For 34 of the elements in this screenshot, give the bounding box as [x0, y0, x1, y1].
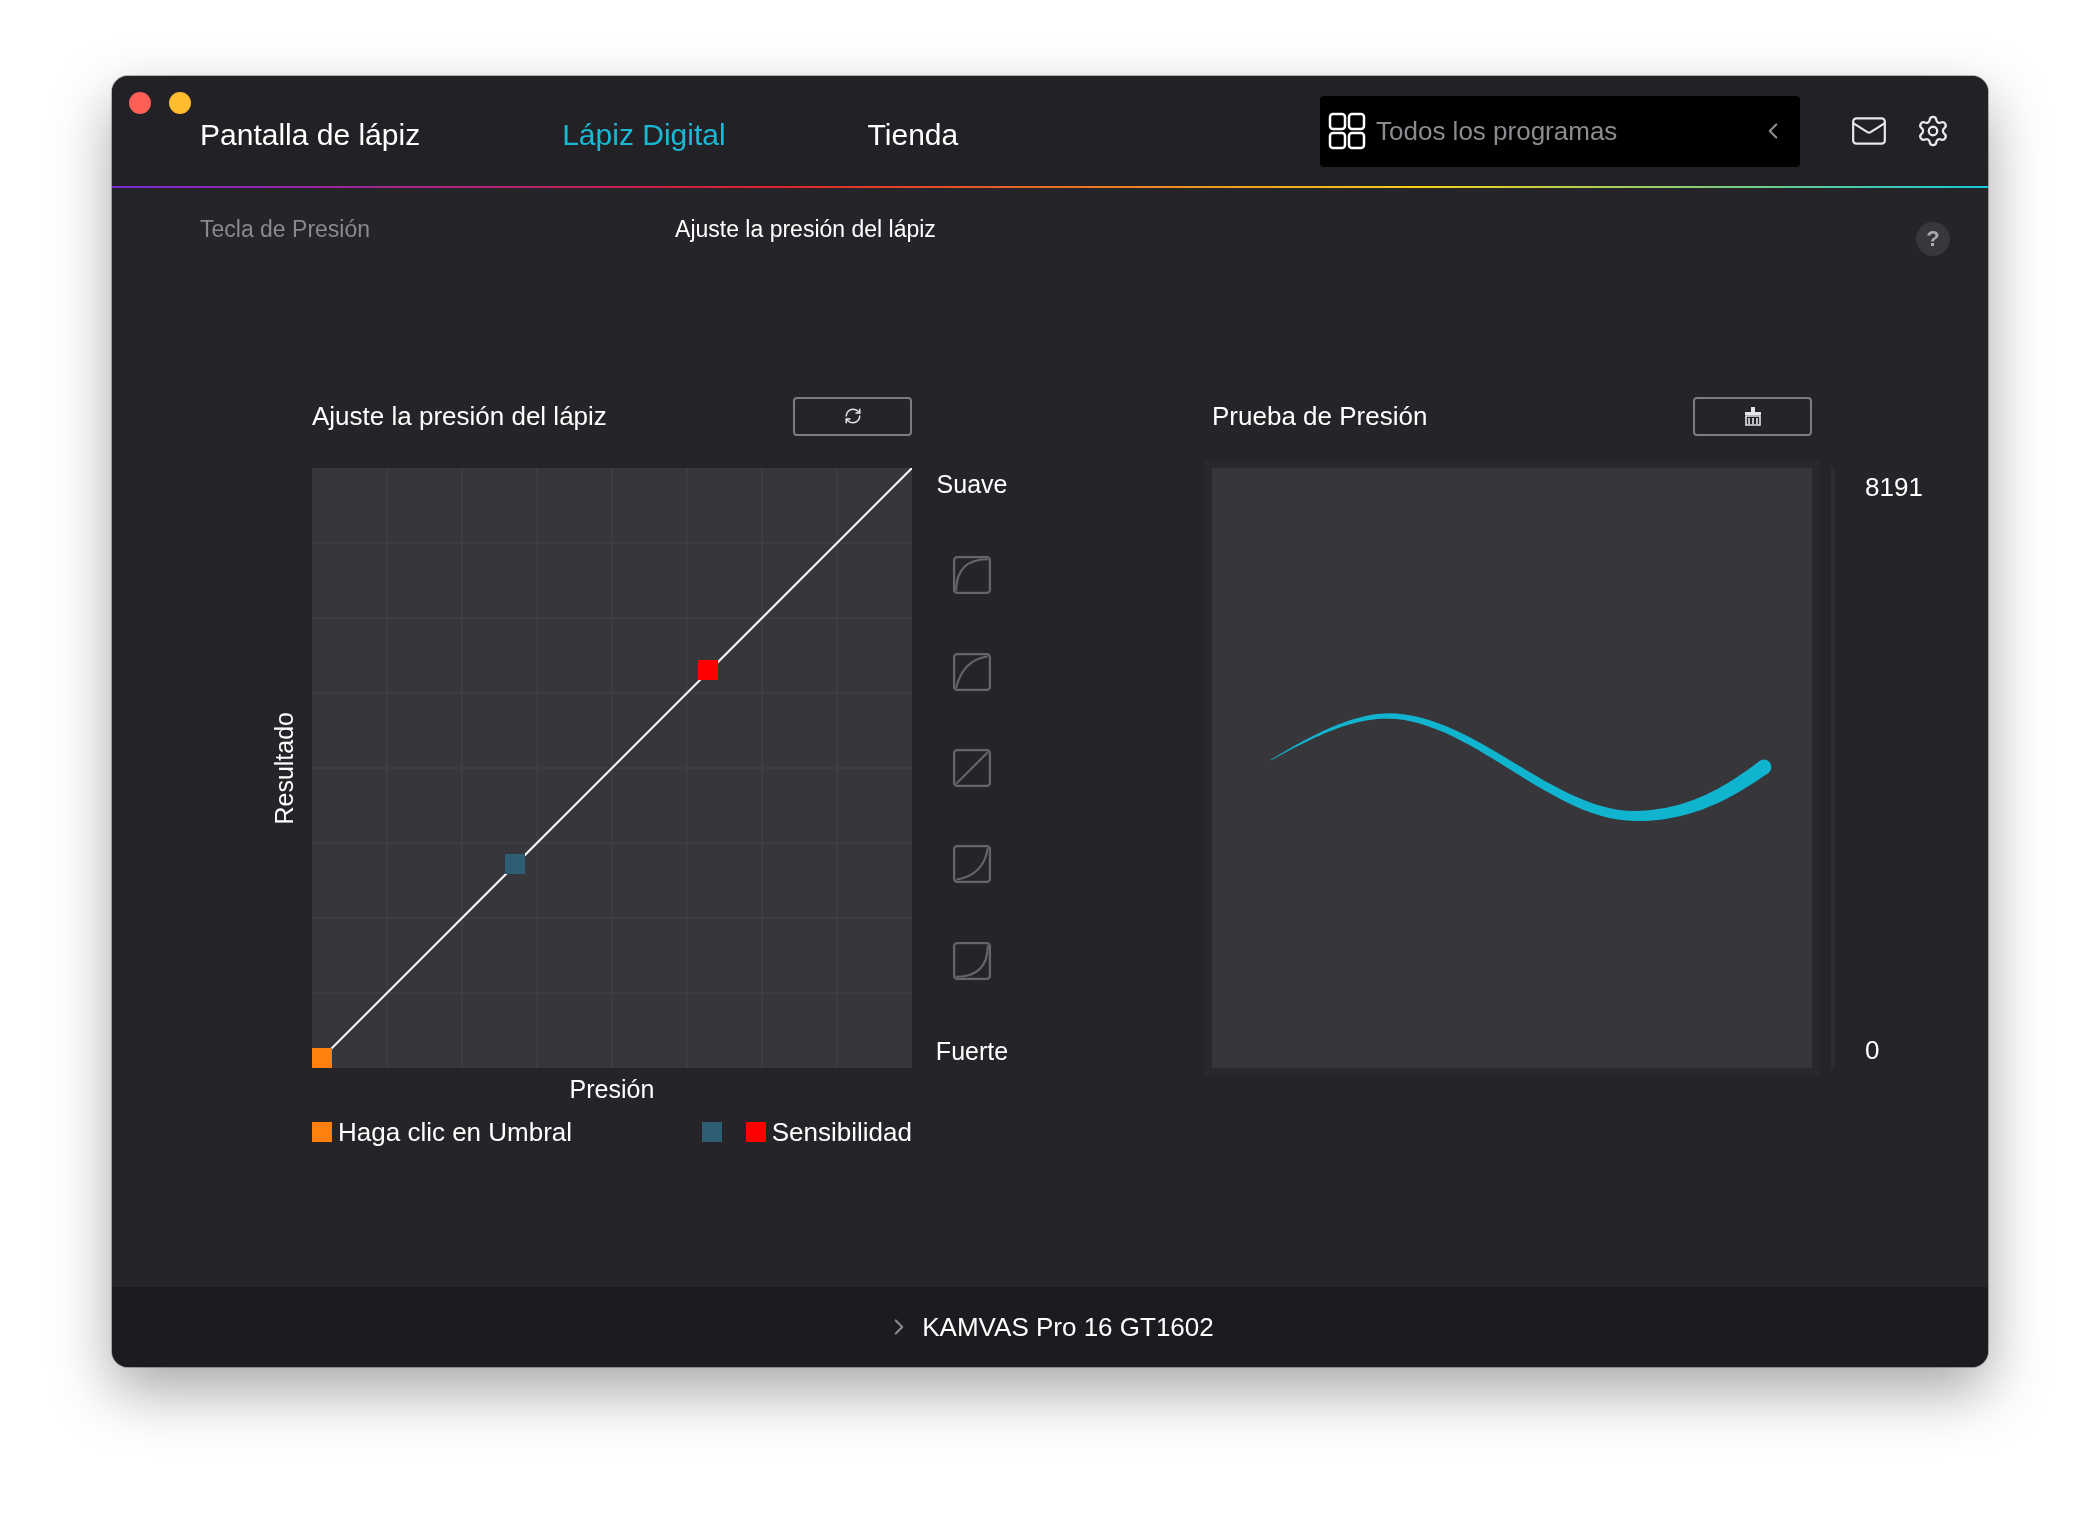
- panel-title: Ajuste la presión del lápiz: [312, 400, 607, 432]
- curve-preset-button[interactable]: [952, 844, 992, 885]
- broom-icon: [1742, 406, 1763, 426]
- help-button[interactable]: ?: [1916, 222, 1950, 256]
- refresh-icon: [843, 407, 862, 425]
- sub-tab[interactable]: Ajuste la presión del lápiz: [675, 216, 936, 243]
- nav-tab[interactable]: Tienda: [867, 118, 959, 152]
- curve-preset-button[interactable]: [952, 748, 992, 788]
- scale-label: Fuerte: [935, 1036, 1009, 1066]
- axis-label: Resultado: [270, 711, 299, 825]
- sensitivity-handle[interactable]: [505, 854, 525, 874]
- clear-button[interactable]: [1693, 396, 1812, 436]
- curve-preset-button[interactable]: [952, 940, 992, 981]
- scale-label: Suave: [936, 470, 1008, 499]
- scale-label: 0: [1865, 1035, 1881, 1066]
- legend-label: Haga clic en Umbral: [338, 1116, 573, 1148]
- legend-label: Sensibilidad: [771, 1116, 912, 1148]
- curve-preset-button[interactable]: [952, 651, 992, 692]
- reset-button[interactable]: [793, 396, 912, 436]
- minimize-window-icon[interactable]: [169, 92, 191, 114]
- sub-tab[interactable]: Tecla de Presión: [200, 216, 371, 243]
- axis-label: Presión: [569, 1075, 655, 1104]
- panel-title: Prueba de Presión: [1212, 400, 1428, 432]
- nav-tab[interactable]: Pantalla de lápiz: [200, 118, 421, 152]
- curve-preset-button[interactable]: [952, 555, 992, 596]
- scale-label: 8191: [1865, 472, 1923, 503]
- program-selector[interactable]: Todos los programas: [1320, 95, 1800, 167]
- nav-tab[interactable]: Lápiz Digital: [562, 118, 726, 152]
- app-grid-icon: [1328, 112, 1366, 150]
- sensitivity-handle[interactable]: [698, 660, 718, 680]
- threshold-handle[interactable]: [312, 1048, 332, 1068]
- settings-icon[interactable]: [1916, 114, 1950, 148]
- close-window-icon[interactable]: [129, 92, 151, 114]
- device-name: KAMVAS Pro 16 GT1602: [922, 1311, 1214, 1343]
